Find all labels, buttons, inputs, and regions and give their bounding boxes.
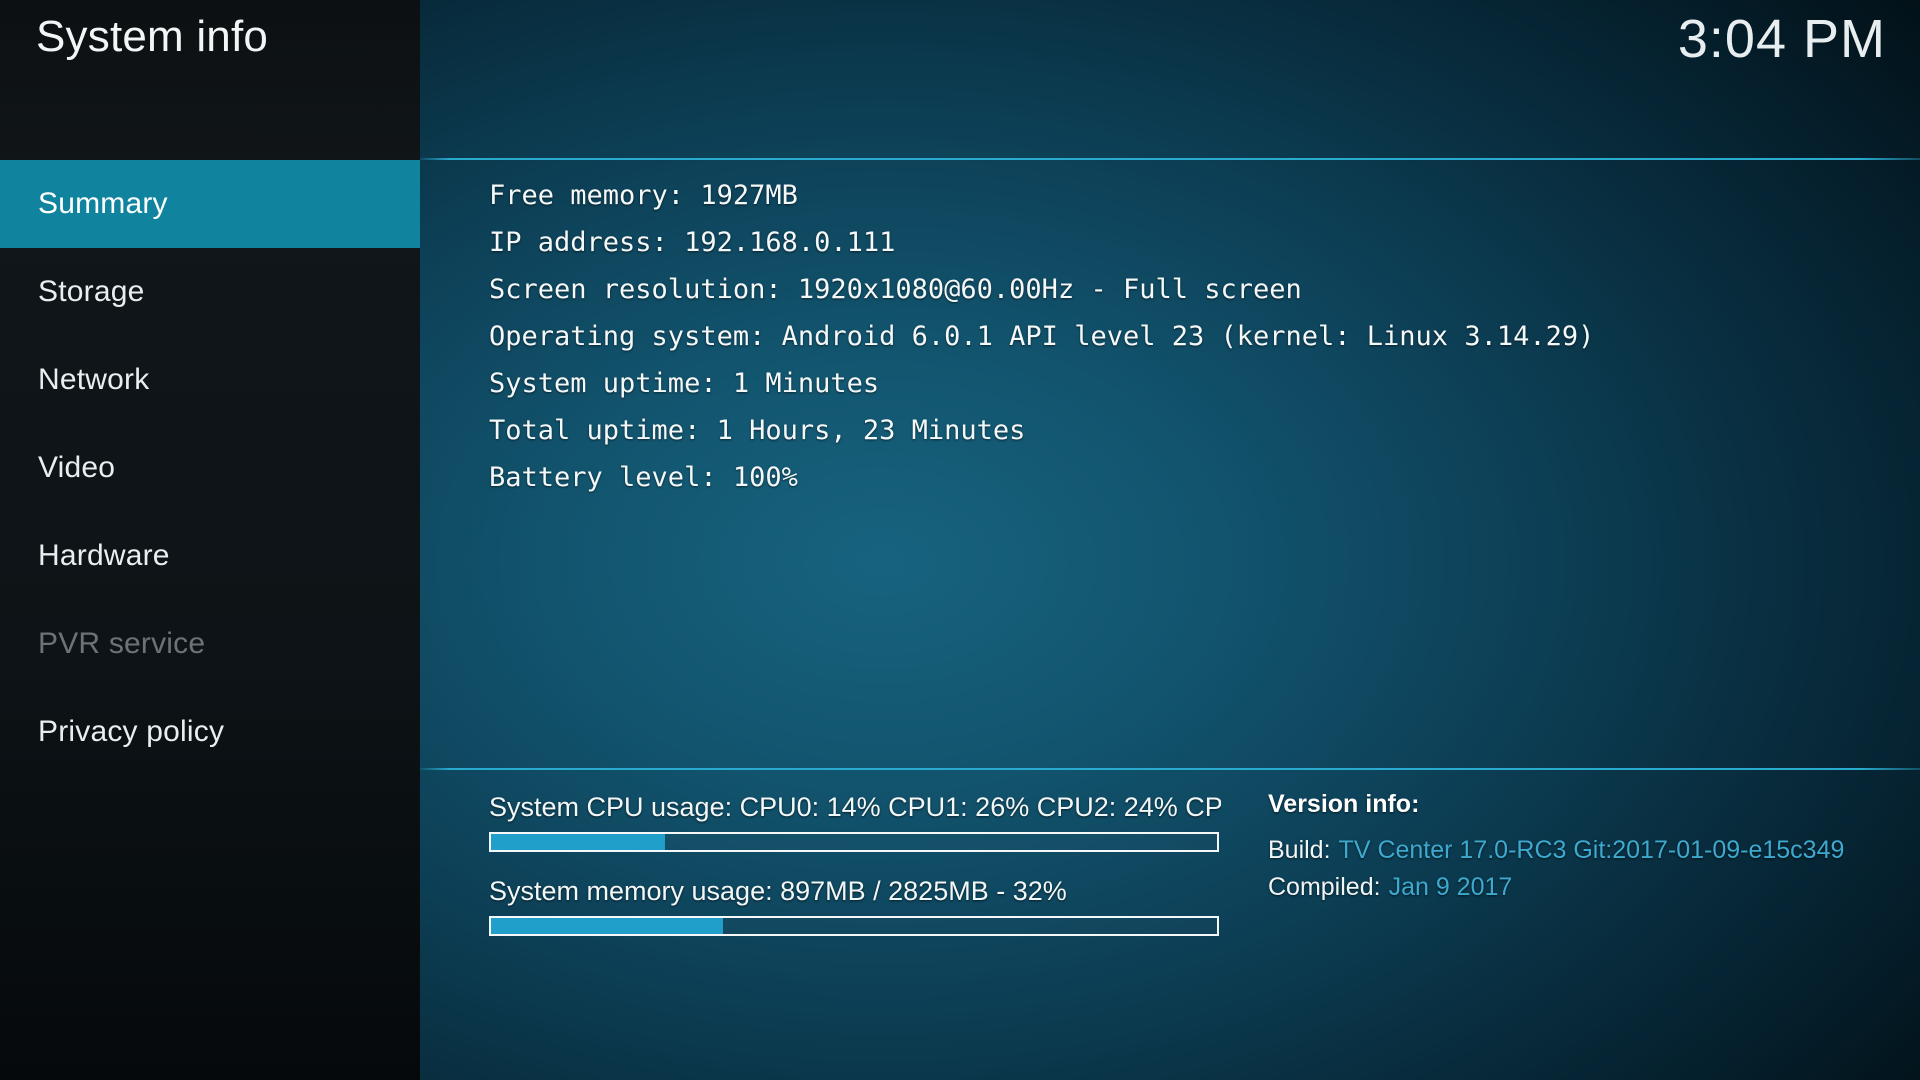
- sidebar-menu: Summary Storage Network Video Hardware PVR se…: [0, 160, 420, 776]
- version-info-heading: Version info:: [1268, 790, 1420, 818]
- content-bottom-separator: [420, 768, 1920, 770]
- info-line: Free memory: 1927MB: [489, 180, 798, 211]
- compiled-row: Compiled: Jan 9 2017: [1268, 873, 1844, 902]
- sidebar-item-privacy-policy[interactable]: Privacy policy: [0, 688, 420, 776]
- sidebar-item-label: Video: [38, 451, 116, 484]
- sidebar-item-network[interactable]: Network: [0, 336, 420, 424]
- version-info-block: Version info: Build: TV Center 17.0-RC3 G…: [1268, 790, 1844, 910]
- sidebar-item-label: PVR service: [38, 627, 206, 660]
- build-label: Build:: [1268, 836, 1331, 864]
- cpu-usage-row: System CPU usage: CPU0: 14% CPU1: 26% CP…: [489, 790, 1221, 852]
- cpu-usage-progressbar: [489, 832, 1219, 852]
- sidebar-item-label: Privacy policy: [38, 715, 225, 748]
- memory-usage-progress-fill: [491, 918, 724, 934]
- system-info-screen: System info 3:04 PM Summary Storage Networ…: [0, 0, 1920, 1080]
- compiled-value: Jan 9 2017: [1388, 873, 1513, 901]
- info-line: Operating system: Android 6.0.1 API leve…: [489, 321, 1595, 352]
- sidebar-item-summary[interactable]: Summary: [0, 160, 420, 248]
- memory-usage-label: System memory usage: 897MB / 2825MB - 32…: [489, 876, 1067, 906]
- info-line: Screen resolution: 1920x1080@60.00Hz - F…: [489, 274, 1302, 305]
- cpu-usage-progress-fill: [491, 834, 666, 850]
- cpu-usage-label: System CPU usage: CPU0: 14% CPU1: 26% CP…: [489, 792, 1221, 822]
- info-line: System uptime: 1 Minutes: [489, 368, 880, 399]
- sidebar-item-label: Network: [38, 363, 150, 396]
- sidebar-item-label: Storage: [38, 275, 145, 308]
- info-line: Total uptime: 1 Hours, 23 Minutes: [489, 415, 1026, 446]
- sidebar-item-hardware[interactable]: Hardware: [0, 512, 420, 600]
- sidebar-item-storage[interactable]: Storage: [0, 248, 420, 336]
- build-value: TV Center 17.0-RC3 Git:2017-01-09-e15c34…: [1338, 836, 1845, 864]
- page-title: System info: [36, 12, 269, 61]
- sidebar-item-label: Summary: [38, 187, 168, 220]
- info-line: IP address: 192.168.0.111: [489, 227, 896, 258]
- sidebar-item-label: Hardware: [38, 539, 170, 572]
- info-line: Battery level: 100%: [489, 462, 798, 493]
- content-top-separator: [420, 158, 1920, 160]
- usage-block: System CPU usage: CPU0: 14% CPU1: 26% CP…: [489, 790, 1221, 936]
- sidebar-item-pvr-service: PVR service: [0, 600, 420, 688]
- sidebar-item-video[interactable]: Video: [0, 424, 420, 512]
- memory-usage-progressbar: [489, 916, 1219, 936]
- compiled-label: Compiled:: [1268, 873, 1381, 901]
- summary-info-list: Free memory: 1927MB IP address: 192.168.0…: [489, 172, 1594, 501]
- memory-usage-row: System memory usage: 897MB / 2825MB - 32…: [489, 874, 1221, 936]
- clock: 3:04 PM: [1677, 9, 1886, 69]
- build-row: Build: TV Center 17.0-RC3 Git:2017-01-09-…: [1268, 836, 1844, 865]
